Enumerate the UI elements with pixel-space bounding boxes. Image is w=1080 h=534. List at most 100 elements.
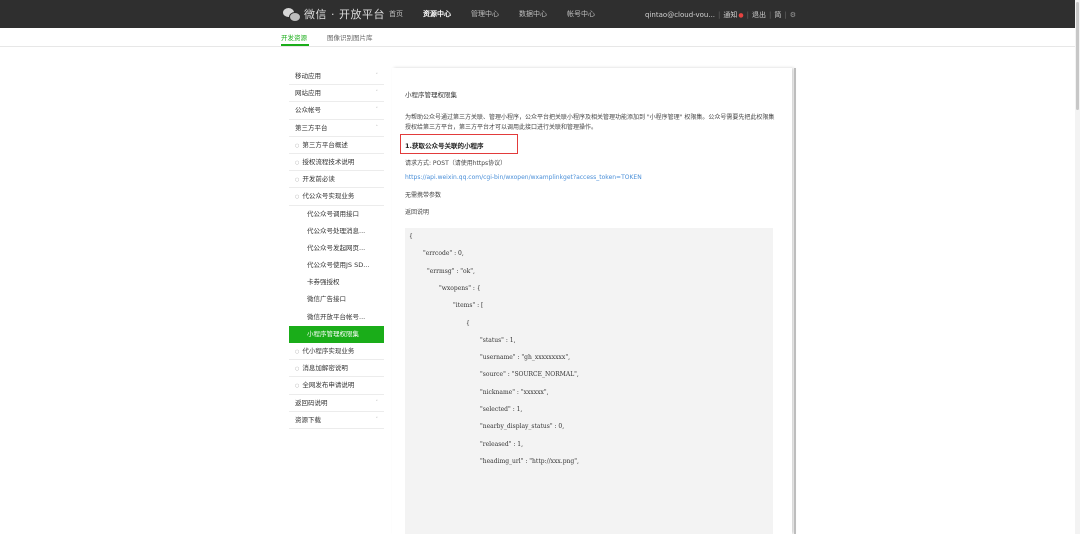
sidebar-item-label: 公众帐号 bbox=[295, 106, 321, 115]
description: 为帮助公众号通过第三方关联、管理小程序，公众平台把关联小程序及相关管理功能添加到… bbox=[405, 114, 775, 131]
sidebar-item[interactable]: 代公众号处理消息... bbox=[289, 223, 384, 240]
return-note: 返回说明 bbox=[405, 209, 430, 216]
sidebar-item[interactable]: ○ 全网发布申请说明 bbox=[289, 377, 384, 395]
highlight-box bbox=[400, 134, 518, 154]
bullet-icon: ○ bbox=[295, 349, 300, 355]
sidebar-item-label: 代公众号发起网页... bbox=[307, 243, 366, 252]
sidebar-item[interactable]: 公众帐号 ˅ bbox=[289, 102, 384, 120]
top-navbar: 微信 · 开放平台 首页 资源中心 管理中心 数据中心 帐号中心 qintao@… bbox=[0, 0, 1080, 28]
sidebar-item[interactable]: 微信开放平台帐号... bbox=[289, 309, 384, 326]
code-line: "released" : 1, bbox=[480, 440, 524, 448]
sidebar-item-label: 微信开放平台帐号... bbox=[307, 312, 366, 321]
sidebar-item[interactable]: 资源下载 ˅ bbox=[289, 412, 384, 429]
code-line: "source" : "SOURCE_NORMAL", bbox=[480, 371, 579, 379]
nav-home[interactable]: 首页 bbox=[389, 9, 403, 19]
api-url-link[interactable]: https://api.weixin.qq.com/cgi-bin/wxopen… bbox=[405, 174, 642, 181]
sidebar-item[interactable]: 小程序管理权限集 bbox=[289, 325, 384, 343]
chevron-down-icon: ˅ bbox=[375, 107, 379, 114]
active-tab-indicator bbox=[281, 44, 309, 46]
code-line: "wxopens" : { bbox=[439, 284, 481, 292]
brand[interactable]: 微信 · 开放平台 bbox=[283, 6, 385, 22]
code-line: "nearby_display_status" : 0, bbox=[480, 423, 565, 431]
sidebar-item[interactable]: 微信广告接口 bbox=[289, 291, 384, 308]
sidebar-item-label: 网站应用 bbox=[295, 89, 321, 98]
separator: | bbox=[784, 11, 787, 19]
sidebar-item[interactable]: 第三方平台 ˄ bbox=[289, 120, 384, 137]
sidebar-item[interactable]: 移动应用 ˅ bbox=[289, 68, 384, 86]
scrollbar-thumb[interactable] bbox=[1076, 2, 1079, 110]
code-line: { bbox=[409, 233, 413, 240]
separator: | bbox=[746, 11, 749, 19]
sidebar-item-label: 代公众号实现业务 bbox=[302, 192, 355, 201]
code-line: "errcode" : 0, bbox=[423, 250, 464, 258]
sidebar-item-label: 第三方平台概述 bbox=[302, 140, 348, 149]
sidebar-item-label: 资源下载 bbox=[295, 415, 321, 424]
separator: | bbox=[718, 11, 721, 19]
chevron-down-icon: ˅ bbox=[375, 416, 379, 423]
sidebar-item-label: 开发前必读 bbox=[302, 175, 335, 184]
separator: | bbox=[769, 11, 772, 19]
sidebar-item[interactable]: ○ 第三方平台概述 bbox=[289, 137, 384, 154]
code-line: "nickname" : "xxxxxx", bbox=[480, 388, 549, 396]
wechat-logo-icon bbox=[283, 7, 301, 22]
code-line: "errmsg" : "ok", bbox=[427, 267, 475, 275]
bullet-icon: ○ bbox=[295, 177, 300, 184]
sidebar-item[interactable]: 卡券强授权 bbox=[289, 274, 384, 291]
sub-nav: 开发资源 图像识别图片库 bbox=[0, 28, 1080, 47]
content-border bbox=[794, 68, 796, 534]
code-line: "headimg_url" : "http://xxx.png", bbox=[480, 457, 579, 465]
sidebar-item-label: 消息加解密说明 bbox=[302, 364, 348, 373]
sidebar-item-label: 微信广告接口 bbox=[307, 295, 346, 304]
chevron-down-icon: ˅ bbox=[375, 399, 379, 406]
sidebar-item[interactable]: 代公众号调用接口 bbox=[289, 206, 384, 223]
sidebar-item-label: 代公众号处理消息... bbox=[307, 226, 366, 235]
sidebar-item[interactable]: 返回码说明 ˅ bbox=[289, 395, 384, 412]
user-account[interactable]: qintao@cloud-vou... bbox=[645, 11, 715, 19]
sidebar-item[interactable]: 代公众号发起网页... bbox=[289, 240, 384, 257]
nav-resource-center[interactable]: 资源中心 bbox=[423, 9, 451, 19]
params-note: 无需携带参数 bbox=[405, 192, 442, 199]
code-line: "status" : 1, bbox=[480, 336, 516, 344]
nav-account-center[interactable]: 帐号中心 bbox=[567, 9, 595, 19]
chevron-down-icon: ˅ bbox=[375, 73, 379, 79]
sidebar-item[interactable]: ○ 代小程序实现业务 bbox=[289, 343, 384, 361]
sidebar-item-label: 全网发布申请说明 bbox=[302, 381, 355, 390]
sidebar-item-label: 移动应用 bbox=[295, 72, 321, 80]
notice-dot-icon: ● bbox=[738, 11, 744, 19]
sidebar-item-label: 代公众号使用JS SD... bbox=[307, 261, 370, 270]
sidebar-item[interactable]: ○ 代公众号实现业务 bbox=[289, 188, 384, 206]
sidebar-item[interactable]: 代公众号使用JS SD... bbox=[289, 257, 384, 274]
sidebar-item-label: 第三方平台 bbox=[295, 123, 328, 132]
language-toggle[interactable]: 简 bbox=[774, 10, 781, 20]
sidebar-item-label: 卡券强授权 bbox=[307, 278, 340, 287]
gear-icon[interactable]: ⚙ bbox=[790, 11, 796, 19]
code-line: "items" : [ bbox=[453, 302, 484, 310]
request-method: 请求方式: POST（请使用https协议） bbox=[405, 160, 507, 167]
nav-management-center[interactable]: 管理中心 bbox=[471, 9, 499, 19]
main-nav: 首页 资源中心 管理中心 数据中心 帐号中心 bbox=[389, 9, 615, 19]
chevron-down-icon: ˅ bbox=[375, 90, 379, 97]
sidebar-menu: 移动应用 ˅ 网站应用 ˅ 公众帐号 ˅ 第三方平台 ˄ ○ 第三方平台概述 ○ 授权流程技术说明 ○ 开… bbox=[289, 68, 384, 429]
sidebar-item-label: 返回码说明 bbox=[295, 398, 328, 407]
sidebar-item[interactable]: ○ 开发前必读 bbox=[289, 171, 384, 189]
code-line: "selected" : 1, bbox=[480, 406, 523, 413]
code-block: { "errcode" : 0, "errmsg" : "ok", "wxopens"… bbox=[405, 228, 773, 534]
sidebar-item-label: 代公众号调用接口 bbox=[307, 209, 359, 218]
page-title: 小程序管理权限集 bbox=[405, 91, 457, 99]
logout-link[interactable]: 退出 bbox=[752, 10, 766, 20]
bullet-icon: ○ bbox=[295, 159, 300, 166]
notice-link[interactable]: 通知 bbox=[723, 10, 737, 20]
code-line: "username" : "gh_xxxxxxxxx", bbox=[480, 354, 570, 362]
sidebar-item-label: 代小程序实现业务 bbox=[302, 347, 355, 355]
tab-image-library[interactable]: 图像识别图片库 bbox=[327, 32, 373, 42]
sidebar-item-label: 授权流程技术说明 bbox=[302, 157, 355, 166]
bullet-icon: ○ bbox=[295, 142, 300, 149]
tab-dev-resources[interactable]: 开发资源 bbox=[281, 32, 307, 42]
chevron-up-icon: ˄ bbox=[375, 124, 379, 131]
sidebar-item[interactable]: ○ 消息加解密说明 bbox=[289, 360, 384, 378]
sidebar-item[interactable]: 网站应用 ˅ bbox=[289, 85, 384, 103]
code-line: { bbox=[466, 319, 470, 327]
bullet-icon: ○ bbox=[295, 366, 300, 373]
sidebar-item[interactable]: ○ 授权流程技术说明 bbox=[289, 154, 384, 172]
nav-data-center[interactable]: 数据中心 bbox=[519, 9, 547, 19]
